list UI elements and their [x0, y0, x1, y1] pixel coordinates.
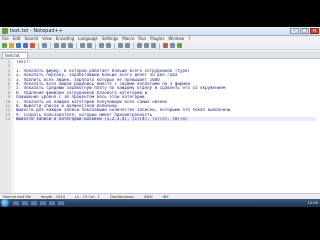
find-icon[interactable]: [99, 43, 104, 48]
toolbar-divider: [159, 42, 160, 49]
toolbar-divider: [50, 42, 51, 49]
notepad-plus-plus-icon: [2, 28, 8, 34]
start-button[interactable]: [1, 199, 9, 207]
desktop-screen: text.txt - Notepad++ – □ × File Edit Sea…: [0, 27, 320, 207]
copy-icon[interactable]: [61, 43, 66, 48]
tab-bar: text.txt: [0, 51, 320, 59]
line-number: 14: [5, 117, 10, 122]
title-bar: text.txt - Notepad++ – □ ×: [0, 27, 320, 36]
show-all-chars-icon[interactable]: [144, 43, 149, 48]
cut-icon[interactable]: [54, 43, 59, 48]
save-icon[interactable]: [16, 43, 21, 48]
taskbar: 12:00: [0, 199, 320, 207]
tab-text-txt[interactable]: text.txt: [2, 52, 28, 58]
zoom-in-icon[interactable]: [118, 43, 123, 48]
taskbar-app-explorer-icon[interactable]: [12, 200, 20, 206]
editor-line[interactable]: Вывести записи в категории Базовой (1,2,…: [16, 117, 316, 122]
save-all-icon[interactable]: [23, 43, 28, 48]
word-wrap-icon[interactable]: [137, 43, 142, 48]
fold-margin: [11, 59, 14, 193]
new-file-icon[interactable]: [2, 43, 7, 48]
toolbar: [0, 42, 320, 50]
taskbar-clock[interactable]: 12:00: [308, 199, 318, 207]
toolbar-divider: [95, 42, 96, 49]
taskbar-app-db-icon[interactable]: [57, 200, 65, 206]
toolbar-divider: [38, 42, 39, 49]
close-button[interactable]: ×: [310, 28, 319, 34]
zoom-out-icon[interactable]: [125, 43, 130, 48]
print-icon[interactable]: [42, 43, 47, 48]
redo-icon[interactable]: [87, 43, 92, 48]
undo-icon[interactable]: [80, 43, 85, 48]
taskbar-app-word-icon[interactable]: [48, 200, 56, 206]
taskbar-app-media-icon[interactable]: [30, 200, 38, 206]
stop-macro-icon[interactable]: [170, 43, 175, 48]
editor-area[interactable]: 1 2 3 4 5 6 7 8 9 10 11 12 13 14 Текст: 1. Показать фи…: [0, 59, 320, 193]
paste-icon[interactable]: [68, 43, 73, 48]
replace-icon[interactable]: [106, 43, 111, 48]
minimize-button[interactable]: –: [290, 28, 299, 34]
taskbar-app-browser-icon[interactable]: [21, 200, 29, 206]
toolbar-divider: [133, 42, 134, 49]
record-macro-icon[interactable]: [163, 43, 168, 48]
toolbar-divider: [114, 42, 115, 49]
close-file-icon[interactable]: [30, 43, 35, 48]
toolbar-divider: [76, 42, 77, 49]
open-folder-icon[interactable]: [9, 43, 14, 48]
play-macro-icon[interactable]: [177, 43, 182, 48]
indent-guide-icon[interactable]: [151, 43, 156, 48]
taskbar-app-notepad-icon[interactable]: [39, 200, 47, 206]
window-controls: – □ ×: [290, 28, 319, 34]
window-title: text.txt - Notepad++: [10, 28, 63, 34]
maximize-button[interactable]: □: [300, 28, 309, 34]
editor-text[interactable]: Текст: 1. Показать фирму, в которой работ…: [16, 60, 316, 122]
